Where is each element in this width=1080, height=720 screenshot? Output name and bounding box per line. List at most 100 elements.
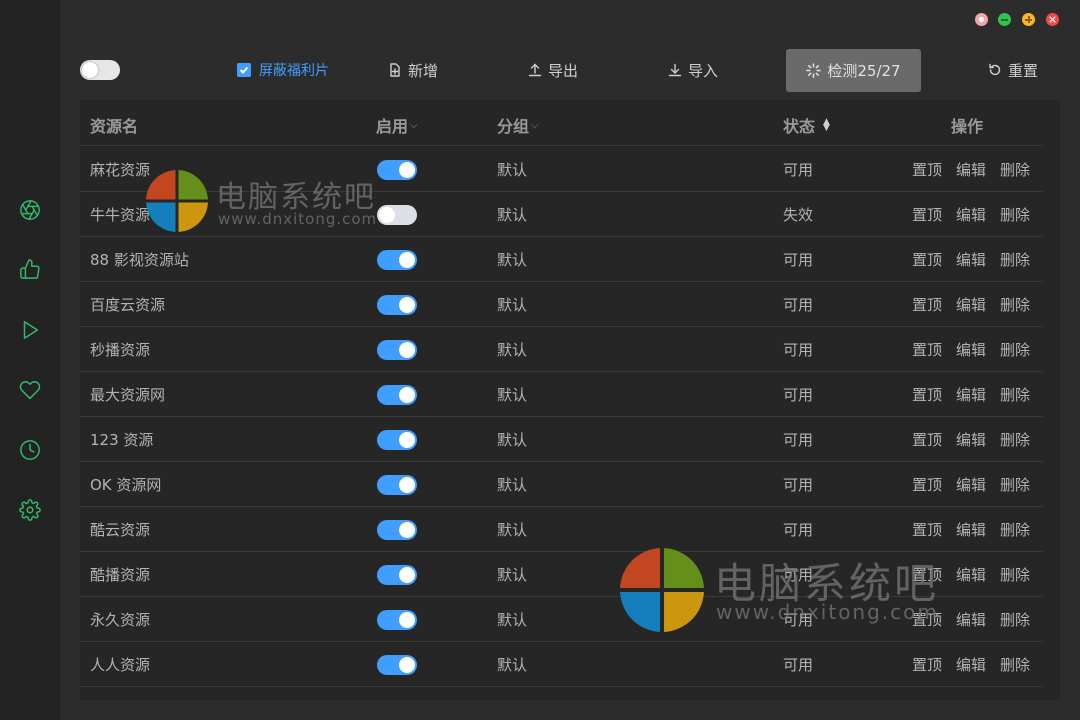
- header-name: 资源名: [90, 113, 138, 137]
- header-group[interactable]: 分组 ⌵: [497, 113, 539, 137]
- reset-button[interactable]: 重置: [988, 60, 1038, 80]
- settings-icon[interactable]: [18, 498, 42, 522]
- pin-top-button[interactable]: 置顶: [912, 159, 942, 180]
- minus-icon: [1001, 18, 1008, 21]
- enable-toggle[interactable]: [377, 160, 417, 180]
- resource-status: 可用: [783, 656, 814, 674]
- enable-toggle[interactable]: [377, 475, 417, 495]
- enable-toggle[interactable]: [377, 520, 417, 540]
- resource-group: 默认: [497, 431, 528, 449]
- edit-button[interactable]: 编辑: [956, 564, 986, 585]
- resource-status: 可用: [783, 341, 814, 359]
- global-switch[interactable]: [80, 60, 120, 80]
- pin-top-button[interactable]: 置顶: [912, 654, 942, 675]
- enable-toggle[interactable]: [377, 205, 417, 225]
- pin-top-button[interactable]: 置顶: [912, 564, 942, 585]
- delete-button[interactable]: 删除: [1000, 654, 1030, 675]
- delete-button[interactable]: 删除: [1000, 384, 1030, 405]
- edit-button[interactable]: 编辑: [956, 384, 986, 405]
- edit-button[interactable]: 编辑: [956, 654, 986, 675]
- enable-toggle[interactable]: [377, 340, 417, 360]
- delete-button[interactable]: 删除: [1000, 519, 1030, 540]
- table-row: 123 资源 默认 可用 置顶 编辑 删除: [80, 417, 1043, 462]
- resource-status: 可用: [783, 476, 814, 494]
- edit-button[interactable]: 编辑: [956, 204, 986, 225]
- resource-group: 默认: [497, 206, 528, 224]
- checkbox-box[interactable]: [237, 63, 251, 77]
- pin-window-button[interactable]: [975, 13, 988, 26]
- sidebar: [0, 0, 60, 720]
- pin-top-button[interactable]: 置顶: [912, 294, 942, 315]
- enable-toggle[interactable]: [377, 610, 417, 630]
- check-icon: [239, 66, 249, 74]
- enable-toggle[interactable]: [377, 385, 417, 405]
- maximize-window-button[interactable]: [1022, 13, 1035, 26]
- delete-button[interactable]: 删除: [1000, 249, 1030, 270]
- enable-toggle[interactable]: [377, 295, 417, 315]
- pin-top-button[interactable]: 置顶: [912, 384, 942, 405]
- toggle-knob: [399, 252, 415, 268]
- resource-group: 默认: [497, 386, 528, 404]
- add-file-icon: [390, 63, 400, 77]
- table-row: 永久资源 默认 可用 置顶 编辑 删除: [80, 597, 1043, 642]
- resource-name: 酷播资源: [90, 566, 151, 584]
- edit-button[interactable]: 编辑: [956, 249, 986, 270]
- clock-icon[interactable]: [18, 438, 42, 462]
- pin-top-button[interactable]: 置顶: [912, 519, 942, 540]
- table-row: OK 资源网 默认 可用 置顶 编辑 删除: [80, 462, 1043, 507]
- delete-button[interactable]: 删除: [1000, 609, 1030, 630]
- minimize-window-button[interactable]: [998, 13, 1011, 26]
- toggle-knob: [399, 387, 415, 403]
- export-button[interactable]: 导出: [528, 60, 578, 80]
- plus-icon: [1025, 16, 1032, 23]
- pin-top-button[interactable]: 置顶: [912, 429, 942, 450]
- pin-top-button[interactable]: 置顶: [912, 249, 942, 270]
- header-actions-label: 操作: [951, 117, 984, 136]
- thumbs-up-icon[interactable]: [18, 257, 42, 281]
- header-name-label: 资源名: [90, 117, 139, 136]
- resource-status: 可用: [783, 386, 814, 404]
- toggle-knob: [399, 477, 415, 493]
- delete-button[interactable]: 删除: [1000, 159, 1030, 180]
- header-status[interactable]: 状态 ▲ ▼: [783, 113, 830, 137]
- resource-group: 默认: [497, 251, 528, 269]
- enable-toggle[interactable]: [377, 565, 417, 585]
- block-adult-checkbox[interactable]: 屏蔽福利片: [237, 61, 329, 79]
- switch-knob: [82, 62, 98, 78]
- enable-toggle[interactable]: [377, 655, 417, 675]
- play-icon[interactable]: [18, 318, 42, 342]
- pin-top-button[interactable]: 置顶: [912, 474, 942, 495]
- delete-button[interactable]: 删除: [1000, 564, 1030, 585]
- aperture-icon[interactable]: [18, 198, 42, 222]
- detect-label: 检测25/27: [827, 62, 901, 80]
- import-button[interactable]: 导入: [668, 60, 718, 80]
- delete-button[interactable]: 删除: [1000, 474, 1030, 495]
- delete-button[interactable]: 删除: [1000, 429, 1030, 450]
- pin-top-button[interactable]: 置顶: [912, 609, 942, 630]
- toggle-knob: [399, 657, 415, 673]
- enable-toggle[interactable]: [377, 430, 417, 450]
- toggle-knob: [399, 162, 415, 178]
- pin-top-button[interactable]: 置顶: [912, 339, 942, 360]
- edit-button[interactable]: 编辑: [956, 339, 986, 360]
- edit-button[interactable]: 编辑: [956, 429, 986, 450]
- edit-button[interactable]: 编辑: [956, 519, 986, 540]
- resource-status: 可用: [783, 431, 814, 449]
- add-button[interactable]: 新增: [388, 60, 438, 80]
- pin-top-button[interactable]: 置顶: [912, 204, 942, 225]
- table-row: 最大资源网 默认 可用 置顶 编辑 删除: [80, 372, 1043, 417]
- header-status-label: 状态: [783, 117, 816, 136]
- delete-button[interactable]: 删除: [1000, 339, 1030, 360]
- delete-button[interactable]: 删除: [1000, 294, 1030, 315]
- edit-button[interactable]: 编辑: [956, 474, 986, 495]
- detect-button[interactable]: 检测25/27: [786, 49, 921, 92]
- delete-button[interactable]: 删除: [1000, 204, 1030, 225]
- edit-button[interactable]: 编辑: [956, 294, 986, 315]
- edit-button[interactable]: 编辑: [956, 159, 986, 180]
- heart-icon[interactable]: [18, 378, 42, 402]
- sort-icon[interactable]: ▲ ▼: [823, 118, 830, 133]
- close-window-button[interactable]: [1046, 13, 1059, 26]
- header-enabled[interactable]: 启用 ⌵: [376, 113, 418, 137]
- edit-button[interactable]: 编辑: [956, 609, 986, 630]
- enable-toggle[interactable]: [377, 250, 417, 270]
